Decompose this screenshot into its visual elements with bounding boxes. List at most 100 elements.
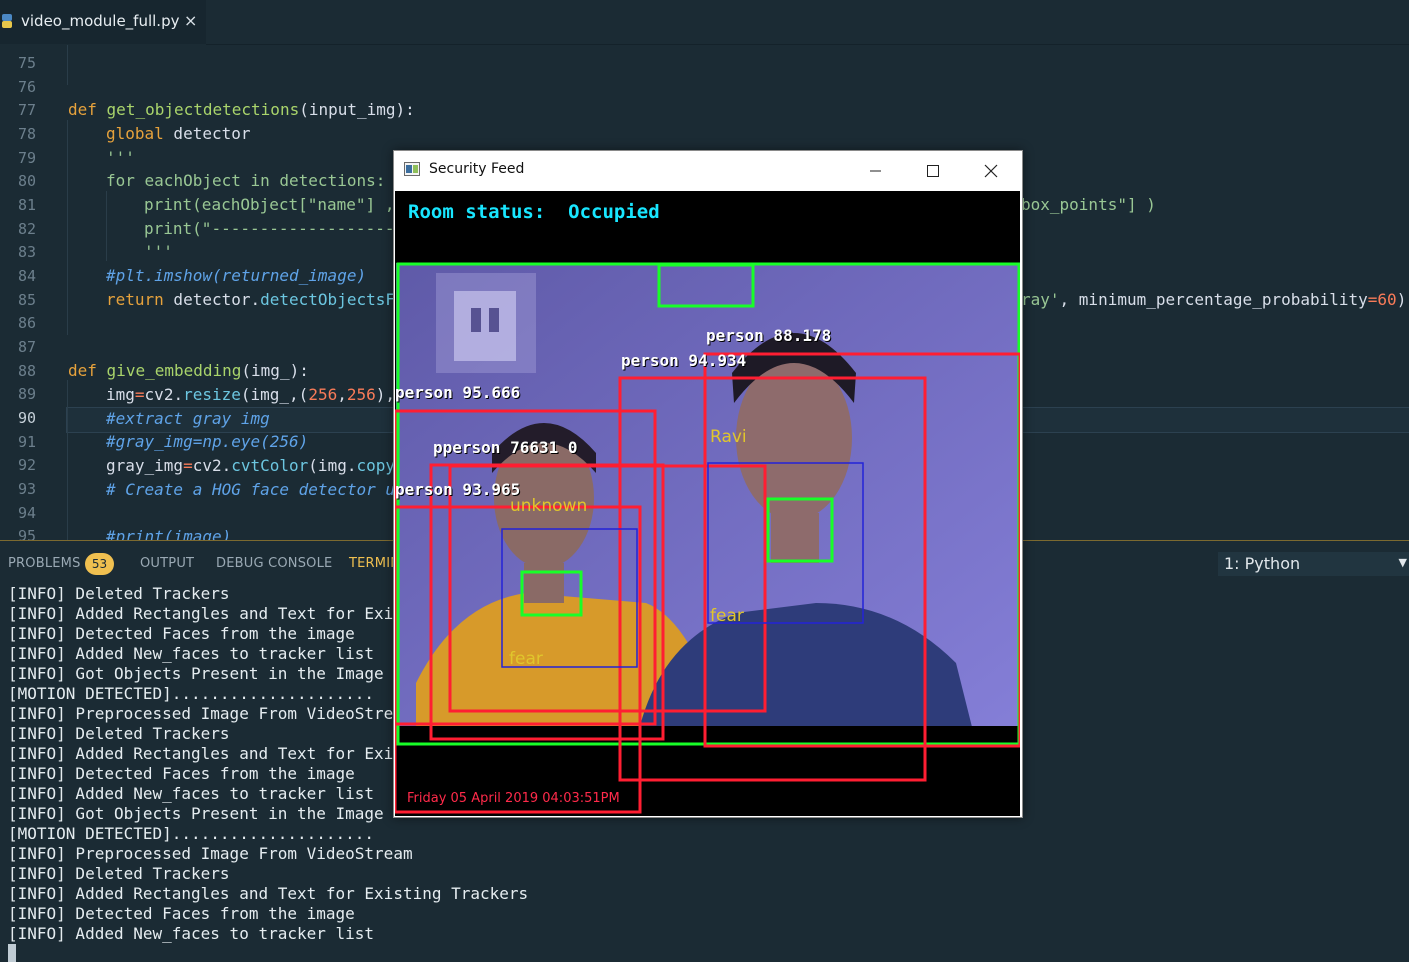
code-token: def xyxy=(68,361,97,380)
line-number: 91 xyxy=(17,433,36,451)
code-token: cvtColor xyxy=(231,456,309,475)
line-number: 92 xyxy=(17,456,36,474)
code-line: def get_objectdetections(input_img): xyxy=(68,100,415,119)
line-number: 76 xyxy=(17,78,36,96)
code-line: img=cv2.resize(img_,(256,256), xyxy=(106,385,395,404)
problems-count-badge: 53 xyxy=(85,553,114,575)
code-token: print xyxy=(144,219,193,238)
code-line: return detector.detectObjectsF xyxy=(106,290,395,309)
detection-box xyxy=(618,376,927,782)
code-token: "name" xyxy=(307,195,366,214)
line-number: 80 xyxy=(17,172,36,190)
line-number: 86 xyxy=(17,314,36,332)
maximize-icon xyxy=(927,165,939,177)
tab-label: video_module_full.py xyxy=(21,12,180,30)
face-name-label: unknown xyxy=(510,496,588,516)
code-token: return xyxy=(106,290,164,309)
code-line: for eachObject in detections: xyxy=(106,171,385,190)
code-token: def xyxy=(68,100,97,119)
detection-label: person 93.965 xyxy=(395,480,521,499)
code-token: 60 xyxy=(1377,290,1397,309)
motion-box xyxy=(657,263,755,308)
code-token: , minimum_percentage_probability xyxy=(1059,290,1368,309)
line-number: 87 xyxy=(17,338,36,356)
minimize-icon xyxy=(870,170,881,172)
code-token: print xyxy=(144,195,193,214)
code-token: give_embedding xyxy=(106,361,242,380)
code-token: cv2. xyxy=(192,456,232,475)
face-name-label: Ravi xyxy=(710,427,747,447)
detection-label: pperson 76631 0 xyxy=(433,438,578,457)
window-close-button[interactable] xyxy=(962,151,1020,190)
code-token: detectObjectsF xyxy=(260,290,395,309)
window-title: Security Feed xyxy=(429,161,525,177)
terminal-line: [INFO] Detected Faces from the image xyxy=(8,904,355,923)
code-token: img xyxy=(106,385,135,404)
line-number: 83 xyxy=(17,243,36,261)
code-comment: #plt.imshow(returned_image) xyxy=(106,266,367,285)
code-comment: #print(image) xyxy=(106,527,232,540)
indent-guide xyxy=(106,191,107,261)
close-icon[interactable]: × xyxy=(184,11,197,30)
python-file-icon xyxy=(2,14,12,28)
code-token: in xyxy=(250,171,270,190)
code-token: ("------------------- xyxy=(192,219,395,238)
code-token: ray' xyxy=(1021,290,1060,309)
terminal-select[interactable]: 1: Python ▼ xyxy=(1218,552,1409,576)
tab-problems[interactable]: PROBLEMS xyxy=(8,556,81,571)
minimize-button[interactable] xyxy=(846,151,904,190)
window-title-bar[interactable]: Security Feed xyxy=(394,151,1022,190)
detection-box xyxy=(395,409,657,726)
detection-box xyxy=(448,464,767,713)
tab-debug-console[interactable]: DEBUG CONSOLE xyxy=(216,556,332,571)
line-number-current: 90 xyxy=(17,409,36,427)
code-token: ) xyxy=(1396,290,1407,309)
tab-video-module-full[interactable]: video_module_full.py × xyxy=(0,0,206,46)
line-number: 82 xyxy=(17,220,36,238)
detection-label: person 88.178 xyxy=(706,326,832,345)
code-token: = xyxy=(183,456,193,475)
security-feed-window[interactable]: Security Feed Room status: Occupied pers… xyxy=(393,150,1023,818)
line-number: 93 xyxy=(17,480,36,498)
line-number: 88 xyxy=(17,362,36,380)
code-line-tail: box_points"] ) xyxy=(1021,195,1156,214)
code-token: (img. xyxy=(308,456,357,475)
code-token: (img_,( xyxy=(240,385,309,404)
window-close-icon xyxy=(984,164,998,178)
code-line: print("------------------- xyxy=(144,219,394,238)
code-token: for xyxy=(106,171,135,190)
editor-tab-bar: video_module_full.py × xyxy=(0,0,1409,46)
code-token: 256 xyxy=(346,385,376,404)
code-token: eachObject xyxy=(134,171,251,190)
window-app-icon xyxy=(404,162,420,176)
code-token: (img_): xyxy=(241,361,309,380)
code-line: gray_img=cv2.cvtColor(img.copy xyxy=(106,456,395,475)
maximize-button[interactable] xyxy=(904,151,962,190)
code-token: = xyxy=(1367,290,1378,309)
code-token: get_objectdetections xyxy=(106,100,300,119)
code-comment: #gray_img=np.eye(256) xyxy=(106,432,309,451)
code-token: copy xyxy=(356,456,395,475)
code-token: resize xyxy=(183,385,241,404)
code-comment: #extract gray img xyxy=(106,409,270,428)
tab-output[interactable]: OUTPUT xyxy=(140,556,194,571)
terminal-line: [INFO] Preprocessed Image From VideoStre… xyxy=(8,844,413,863)
chevron-down-icon: ▼ xyxy=(1398,556,1407,569)
face-emotion-label: fear xyxy=(710,606,744,626)
terminal-line: [INFO] Deleted Trackers xyxy=(8,864,230,883)
feed-timestamp: Friday 05 April 2019 04:03:51PM xyxy=(407,791,620,806)
indent-guide xyxy=(67,380,68,540)
code-token: detector. xyxy=(163,290,261,309)
detection-overlay xyxy=(395,262,1020,814)
detection-label: person 95.666 xyxy=(395,383,521,402)
terminal-line: [MOTION DETECTED]..................... xyxy=(8,824,375,843)
code-comment: # Create a HOG face detector u xyxy=(106,480,395,499)
code-token: ] , xyxy=(365,195,395,214)
face-emotion-label: fear xyxy=(509,649,543,669)
indent-guide xyxy=(67,45,68,85)
line-number: 75 xyxy=(17,54,36,72)
face-tracker-box xyxy=(707,462,864,624)
code-line-tail: ray', minimum_percentage_probability=60) xyxy=(1021,290,1406,309)
code-token: (input_img): xyxy=(299,100,415,119)
code-token: = xyxy=(134,385,145,404)
